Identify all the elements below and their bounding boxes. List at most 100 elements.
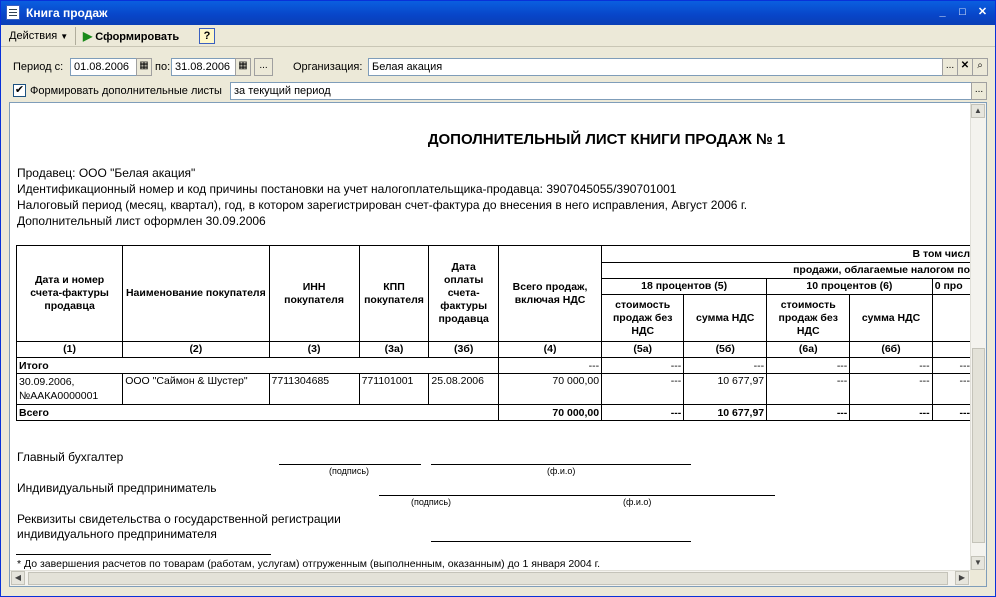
table-cell: --- xyxy=(931,357,972,374)
footnote-separator xyxy=(16,554,271,555)
name-caption: (ф.и.о) xyxy=(547,466,576,476)
generate-button[interactable]: ▶ Сформировать xyxy=(83,28,179,44)
col-header-paid-date: Дата оплаты счета-фактуры продавца xyxy=(428,245,499,342)
table-cell: --- xyxy=(931,404,972,421)
report-document[interactable]: ДОПОЛНИТЕЛЬНЫЙ ЛИСТ КНИГИ ПРОДАЖ № 1 Про… xyxy=(9,102,987,587)
paid-date-cell: 25.08.2006 xyxy=(428,373,499,405)
dropdown-arrow-icon: ▼ xyxy=(60,32,69,41)
help-button[interactable]: ? xyxy=(199,28,215,44)
period-from-label: Период с: xyxy=(13,61,64,73)
col-header-total: Всего продаж, включая НДС xyxy=(497,245,603,342)
col-num: (5б) xyxy=(683,341,768,358)
period-to-label: по: xyxy=(155,61,171,73)
col-header-10pct: 10 процентов (6) xyxy=(766,278,933,295)
calendar-icon[interactable]: ▦ xyxy=(136,58,152,76)
period-from-field[interactable]: 01.08.2006 xyxy=(70,58,137,76)
scroll-corner xyxy=(970,570,986,586)
kpp-cell: 771101001 xyxy=(358,373,430,405)
horizontal-scrollbar[interactable]: ◀ ▶ xyxy=(10,570,972,586)
organization-select-button[interactable]: ... xyxy=(942,58,958,76)
calendar-icon[interactable]: ▦ xyxy=(235,58,251,76)
toolbar-separator xyxy=(75,27,76,45)
col-num: (3а) xyxy=(358,341,430,358)
scroll-left-icon[interactable]: ◀ xyxy=(11,571,25,585)
report-window: Книга продаж _ □ ✕ Действия ▼ ▶ Сформиро… xyxy=(0,0,996,597)
total-cell: 70 000,00 xyxy=(497,373,603,405)
col-num: (3б) xyxy=(428,341,499,358)
maximize-button[interactable]: □ xyxy=(954,5,971,21)
seller-line: Продавец: ООО "Белая акация" xyxy=(17,166,196,180)
grand-total-label: Всего xyxy=(16,404,499,421)
col-header-cost-18: стоимость продаж без НДС xyxy=(601,294,685,342)
col-num: (6а) xyxy=(766,341,851,358)
scroll-down-icon[interactable]: ▼ xyxy=(971,556,985,570)
grand-total-cell: 70 000,00 xyxy=(497,404,603,421)
invoice-cell: 30.09.2006, №ААКА0000001 xyxy=(15,373,124,405)
certificate-label-2: индивидуального предпринимателя xyxy=(17,527,217,541)
col-header-buyer: Наименование покупателя xyxy=(122,245,270,342)
name-caption: (ф.и.о) xyxy=(623,497,652,507)
extra-sheets-field[interactable]: за текущий период xyxy=(230,82,972,100)
col-header-18pct: 18 процентов (5) xyxy=(601,278,768,295)
buyer-cell: ООО "Саймон & Шустер" xyxy=(122,373,270,405)
table-cell: --- xyxy=(849,357,933,374)
title-bar: Книга продаж _ □ ✕ xyxy=(1,1,995,25)
certificate-line xyxy=(431,541,691,542)
organization-field[interactable]: Белая акация xyxy=(368,58,943,76)
signature-line xyxy=(279,464,421,465)
clear-icon[interactable]: ✕ xyxy=(957,58,973,76)
footnote: * До завершения расчетов по товарам (раб… xyxy=(17,558,601,570)
col-header-cost-10: стоимость продаж без НДС xyxy=(766,294,851,342)
entrepreneur-line xyxy=(379,495,775,496)
col-header-vat-10: сумма НДС xyxy=(849,294,933,342)
table-cell: --- xyxy=(766,357,851,374)
search-icon[interactable]: ⌕ xyxy=(972,58,988,76)
minimize-button[interactable]: _ xyxy=(934,5,951,21)
col-header-0pct-sub xyxy=(931,294,972,342)
close-button[interactable]: ✕ xyxy=(974,5,991,21)
signature-caption: (подпись) xyxy=(411,497,452,507)
play-icon: ▶ xyxy=(83,29,93,43)
period-select-button[interactable]: ... xyxy=(254,58,273,76)
signature-caption: (подпись) xyxy=(329,466,370,476)
sales-table: Дата и номер счета-фактуры продавца Наим… xyxy=(15,245,972,421)
col-header-0pct: 0 про xyxy=(931,278,972,295)
window-title: Книга продаж xyxy=(26,6,108,20)
extra-sheets-select-button[interactable]: ... xyxy=(971,82,987,100)
col-header-inn: ИНН покупателя xyxy=(268,245,360,342)
scroll-right-icon[interactable]: ▶ xyxy=(955,571,969,585)
tax-period-line: Налоговый период (месяц, квартал), год, … xyxy=(17,198,748,212)
table-cell: --- xyxy=(497,357,603,374)
col-header-invoice: Дата и номер счета-фактуры продавца xyxy=(15,245,124,342)
col-num: (6б) xyxy=(849,341,933,358)
issued-line: Дополнительный лист оформлен 30.09.2006 xyxy=(17,214,266,228)
name-line xyxy=(431,464,691,465)
report-heading: ДОПОЛНИТЕЛЬНЫЙ ЛИСТ КНИГИ ПРОДАЖ № 1 xyxy=(427,131,786,148)
table-cell: --- xyxy=(849,404,933,421)
table-cell: --- xyxy=(766,404,851,421)
col-header-kpp: КПП покупателя xyxy=(358,245,430,342)
period-to-field[interactable]: 31.08.2006 xyxy=(171,58,236,76)
extra-sheets-checkbox[interactable]: ✔ xyxy=(13,84,26,97)
certificate-label-1: Реквизиты свидетельства о государственно… xyxy=(17,512,341,526)
vertical-scroll-thumb[interactable] xyxy=(972,348,985,543)
report-page: ДОПОЛНИТЕЛЬНЫЙ ЛИСТ КНИГИ ПРОДАЖ № 1 Про… xyxy=(15,103,972,571)
table-cell: --- xyxy=(601,404,685,421)
table-cell: --- xyxy=(601,357,685,374)
organization-label: Организация: xyxy=(293,61,363,73)
col-num: (3) xyxy=(268,341,360,358)
table-cell: --- xyxy=(849,373,933,405)
col-num: (5а) xyxy=(601,341,685,358)
table-cell: --- xyxy=(931,373,972,405)
chief-accountant-label: Главный бухгалтер xyxy=(17,450,124,464)
actions-menu[interactable]: Действия ▼ xyxy=(9,28,68,44)
grand-vat18-cell: 10 677,97 xyxy=(683,404,768,421)
inn-cell: 7711304685 xyxy=(268,373,360,405)
vertical-scrollbar[interactable]: ▲ ▼ xyxy=(970,103,986,572)
table-cell: --- xyxy=(766,373,851,405)
horizontal-scroll-thumb[interactable] xyxy=(28,572,948,585)
inn-kpp-line: Идентификационный номер и код причины по… xyxy=(17,182,677,196)
entrepreneur-label: Индивидуальный предприниматель xyxy=(17,481,217,495)
extra-sheets-label: Формировать дополнительные листы xyxy=(30,85,222,97)
scroll-up-icon[interactable]: ▲ xyxy=(971,104,985,118)
